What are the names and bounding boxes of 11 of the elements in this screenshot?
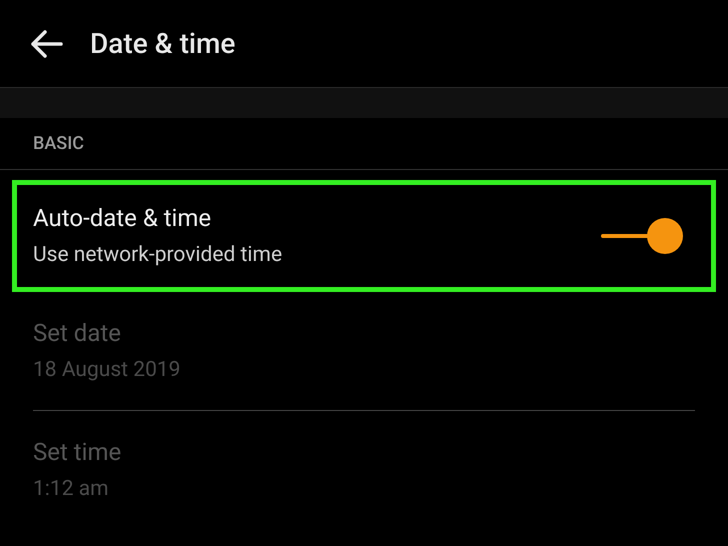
toggle-switch[interactable] — [601, 218, 683, 254]
section-header: BASIC — [33, 132, 84, 156]
setting-summary: Use network-provided time — [33, 242, 282, 270]
back-arrow-icon — [29, 28, 63, 58]
screen-title: Date & time — [90, 26, 236, 62]
setting-summary: 18 August 2019 — [33, 357, 180, 384]
setting-title: Set date — [33, 318, 122, 350]
setting-summary: 1:12 am — [33, 476, 110, 504]
setting-title: Set time — [33, 437, 122, 468]
setting-title: Auto-date & time — [33, 203, 212, 234]
setting-item[interactable]: Auto-date & time Use network-provided time — [12, 180, 716, 292]
